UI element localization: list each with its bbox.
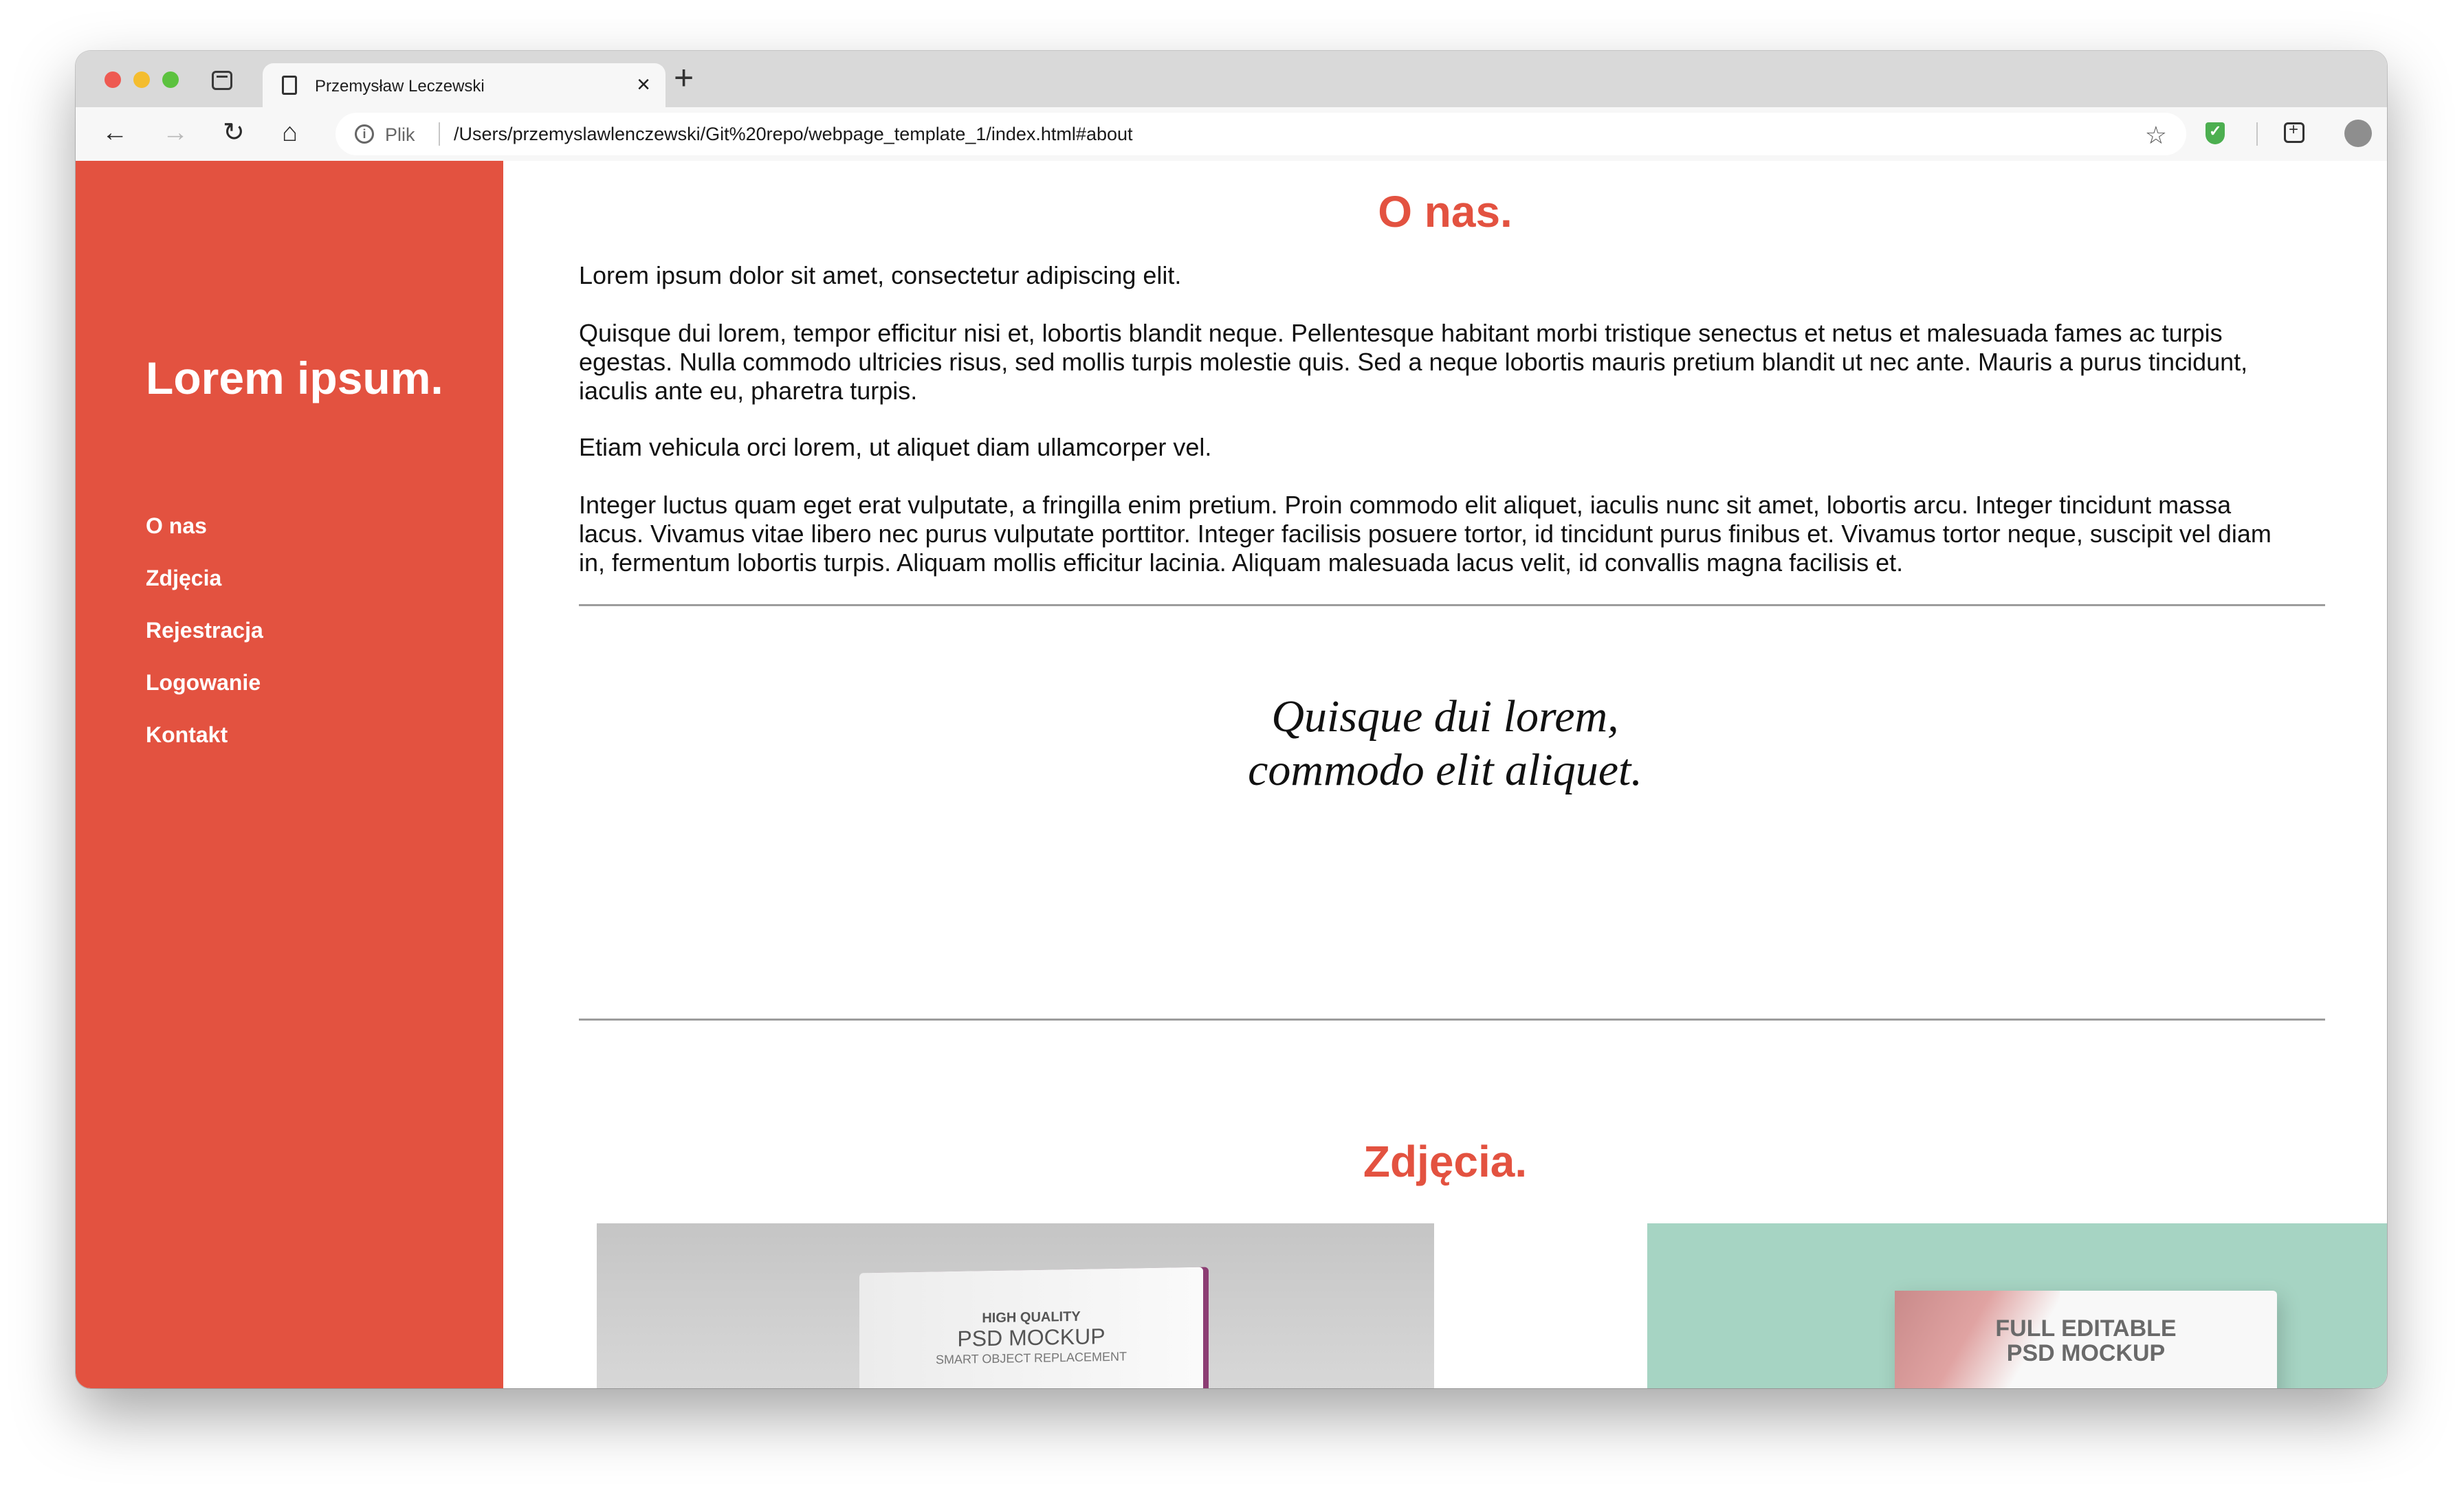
zoom-window-button[interactable] bbox=[162, 71, 179, 88]
book-mockup: HIGH QUALITY PSD MOCKUP SMART OBJECT REP… bbox=[859, 1267, 1203, 1388]
about-paragraph: Etiam vehicula orci lorem, ut aliquet di… bbox=[579, 433, 1212, 461]
mockup-text: PSD MOCKUP bbox=[2006, 1340, 2166, 1366]
brand-title: Lorem ipsum. bbox=[146, 353, 443, 403]
about-paragraph: Integer luctus quam eget erat vulputate,… bbox=[579, 491, 2272, 577]
sidebar-nav: O nas Zdjęcia Rejestracja Logowanie Kont… bbox=[146, 511, 263, 772]
about-title: O nas. bbox=[1378, 186, 1512, 236]
address-prefix: Plik bbox=[385, 124, 415, 145]
info-icon[interactable]: i bbox=[355, 124, 374, 144]
quote: Quisque dui lorem, commodo elit aliquet. bbox=[503, 690, 2387, 797]
sidebar-item-rejestracja[interactable]: Rejestracja bbox=[146, 616, 263, 668]
quote-line: commodo elit aliquet. bbox=[1248, 745, 1642, 795]
back-icon[interactable]: ← bbox=[102, 120, 128, 146]
sidebar-item-zdjecia[interactable]: Zdjęcia bbox=[146, 564, 263, 616]
shield-icon[interactable] bbox=[2206, 122, 2225, 144]
sidebar-item-o-nas[interactable]: O nas bbox=[146, 511, 263, 564]
url-text[interactable]: /Users/przemyslawlenczewski/Git%20repo/w… bbox=[454, 124, 1133, 145]
forward-icon[interactable]: → bbox=[162, 120, 188, 146]
browser-tab[interactable]: Przemysław Leczewski × bbox=[263, 63, 666, 109]
book-mockup: FULL EDITABLE PSD MOCKUP bbox=[1895, 1291, 2277, 1388]
tab-actions-icon[interactable] bbox=[212, 71, 232, 90]
home-icon[interactable]: ⌂ bbox=[282, 120, 298, 146]
tab-title: Przemysław Leczewski bbox=[315, 77, 485, 96]
divider bbox=[579, 604, 2325, 606]
reload-icon[interactable]: ↻ bbox=[223, 120, 245, 146]
mockup-text: FULL EDITABLE bbox=[1995, 1315, 2177, 1342]
gallery-title: Zdjęcia. bbox=[1363, 1137, 1528, 1187]
address-separator bbox=[439, 122, 440, 146]
toolbar-separator bbox=[2256, 122, 2258, 146]
divider bbox=[579, 1019, 2325, 1021]
browser-window: Przemysław Leczewski × + ← → ↻ ⌂ i Plik … bbox=[76, 51, 2387, 1388]
favorite-icon[interactable]: ☆ bbox=[2145, 121, 2167, 150]
main-content: O nas. Lorem ipsum dolor sit amet, conse… bbox=[503, 161, 2387, 1388]
tab-bar: Przemysław Leczewski × + bbox=[76, 51, 2387, 109]
tab-close-icon[interactable]: × bbox=[637, 73, 650, 96]
sidebar-item-kontakt[interactable]: Kontakt bbox=[146, 720, 263, 772]
about-paragraph: Lorem ipsum dolor sit amet, consectetur … bbox=[579, 261, 1182, 289]
close-window-button[interactable] bbox=[104, 71, 121, 88]
quote-line: Quisque dui lorem, bbox=[1271, 691, 1619, 742]
profile-icon[interactable] bbox=[2344, 120, 2372, 147]
page-icon bbox=[282, 76, 297, 95]
minimize-window-button[interactable] bbox=[133, 71, 150, 88]
address-bar[interactable]: i Plik /Users/przemyslawlenczewski/Git%2… bbox=[336, 113, 2186, 155]
gallery-photo[interactable]: HIGH QUALITY PSD MOCKUP SMART OBJECT REP… bbox=[597, 1223, 1434, 1388]
page-viewport: Lorem ipsum. O nas Zdjęcia Rejestracja L… bbox=[76, 161, 2387, 1388]
about-paragraph: Quisque dui lorem, tempor efficitur nisi… bbox=[579, 319, 2248, 405]
new-tab-button[interactable]: + bbox=[674, 60, 694, 95]
sidebar: Lorem ipsum. O nas Zdjęcia Rejestracja L… bbox=[76, 161, 503, 1388]
gallery-photo[interactable]: FULL EDITABLE PSD MOCKUP bbox=[1647, 1223, 2387, 1388]
sidebar-item-logowanie[interactable]: Logowanie bbox=[146, 668, 263, 720]
collections-icon[interactable] bbox=[2284, 120, 2304, 143]
browser-toolbar: ← → ↻ ⌂ i Plik /Users/przemyslawlenczews… bbox=[76, 107, 2387, 162]
